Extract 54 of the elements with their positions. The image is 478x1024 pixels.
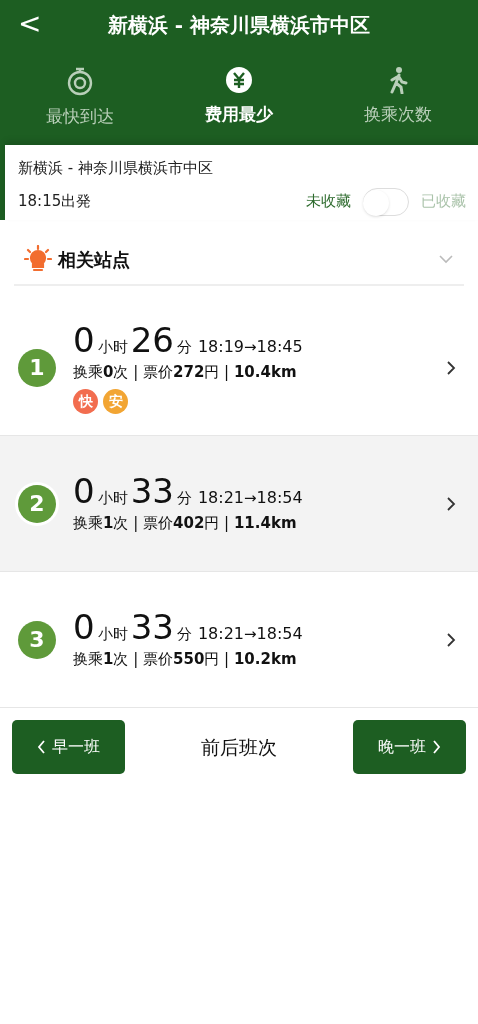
chevron-right-icon — [446, 631, 456, 648]
arrive-time: 18:45 — [256, 335, 303, 358]
tab[interactable]: 换乘次数 — [318, 66, 478, 130]
hours-unit: 小时 — [97, 336, 128, 358]
minutes-value: 33 — [130, 608, 174, 647]
route-title: 新横浜 - 神奈川県横浜市中区 — [18, 158, 214, 179]
tab[interactable]: 费用最少 — [159, 66, 319, 130]
hours-value: 0 — [73, 472, 95, 511]
depart-time: 18:19 — [197, 335, 244, 358]
chevron-right-icon — [446, 359, 456, 376]
tab[interactable]: 最快到达 — [0, 66, 160, 130]
departure-time: 18:15出発 — [18, 191, 93, 213]
route-details: 换乘0次 | 票价272円 | 10.4km — [73, 361, 298, 383]
chevron-left-icon — [37, 740, 46, 754]
related-stations-row[interactable]: 相关站点 — [14, 234, 464, 286]
route-row[interactable]: 2 0 小时 33 分 18:21→18:54 换乘1次 | 票价402円 | 11.4km — [0, 436, 478, 572]
yen-coin-icon — [225, 66, 253, 94]
page-title: 新横浜 - 神奈川県横浜市中区 — [107, 12, 371, 39]
favorite-toggle[interactable] — [363, 187, 409, 216]
back-button[interactable]: < — [18, 8, 42, 40]
route-tag: 快 — [73, 389, 98, 415]
chevron-right-icon — [446, 495, 456, 512]
minutes-value: 26 — [130, 320, 174, 359]
unsaved-label: 未收藏 — [306, 191, 351, 213]
route-details: 换乘1次 | 票价402円 | 11.4km — [73, 513, 298, 535]
later-button[interactable]: 晚一班 — [353, 720, 466, 774]
route-number: 1 — [18, 348, 56, 387]
arrow-glyph: → — [244, 336, 257, 358]
chevron-right-icon — [432, 740, 441, 754]
arrive-time: 18:54 — [256, 487, 303, 510]
depart-time: 18:21 — [197, 487, 244, 510]
minutes-value: 33 — [130, 472, 174, 511]
hours-value: 0 — [73, 320, 95, 359]
saved-label: 已收藏 — [421, 191, 466, 213]
minutes-unit: 分 — [176, 624, 192, 646]
route-number: 3 — [18, 620, 56, 659]
hours-unit: 小时 — [97, 624, 128, 646]
route-tag: 安 — [103, 389, 128, 415]
stopwatch-icon — [65, 66, 94, 96]
route-details: 换乘1次 | 票价550円 | 10.2km — [73, 649, 298, 671]
lightbulb-icon — [24, 245, 52, 273]
arrow-glyph: → — [244, 488, 257, 510]
earlier-button[interactable]: 早一班 — [12, 720, 125, 774]
hours-value: 0 — [73, 608, 95, 647]
section-title: 相关站点 — [58, 247, 131, 272]
route-number: 2 — [18, 484, 56, 523]
minutes-unit: 分 — [176, 488, 192, 510]
arrive-time: 18:54 — [256, 623, 303, 646]
hours-unit: 小时 — [97, 488, 128, 510]
chevron-down-icon — [438, 254, 454, 264]
depart-time: 18:21 — [197, 623, 244, 646]
minutes-unit: 分 — [176, 336, 192, 358]
arrow-glyph: → — [244, 624, 257, 646]
schedule-label: 前后班次 — [201, 734, 277, 760]
